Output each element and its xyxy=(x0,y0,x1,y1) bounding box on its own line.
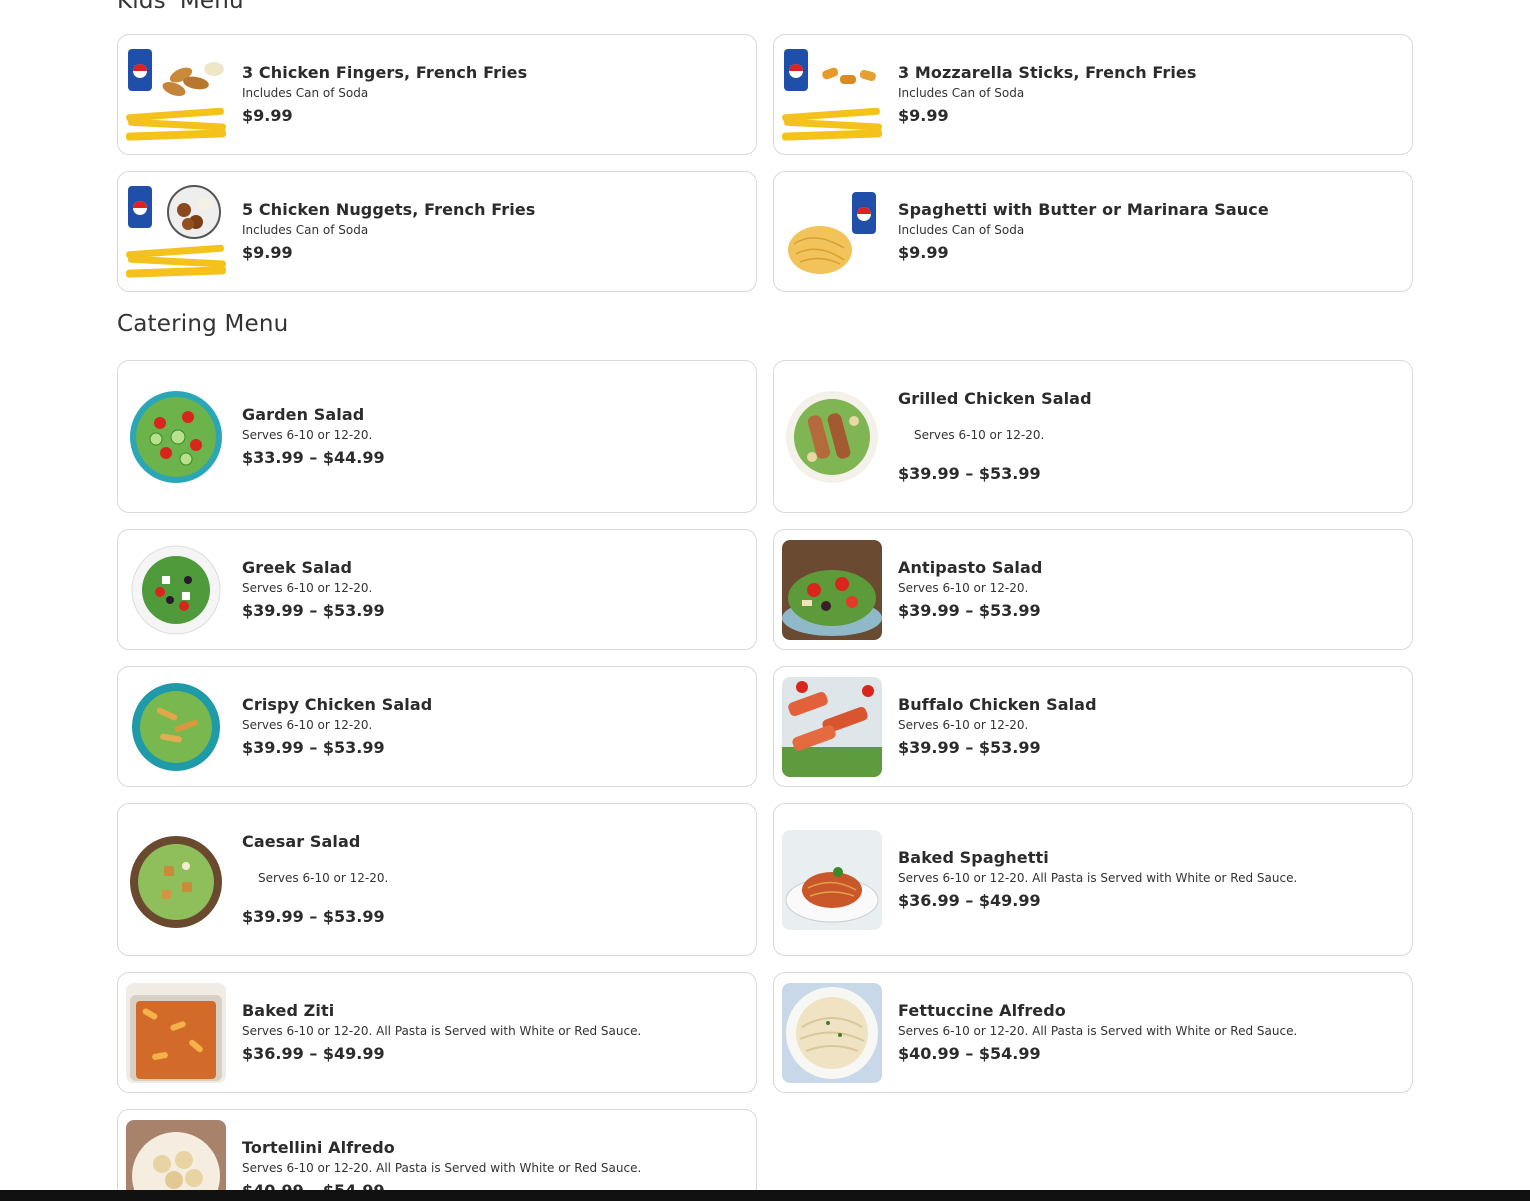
item-name: Garden Salad xyxy=(242,405,365,424)
item-price: $39.99 – $53.99 xyxy=(898,738,1041,757)
item-name: Antipasto Salad xyxy=(898,558,1043,577)
item-price: $9.99 xyxy=(242,106,293,125)
item-name: Buffalo Chicken Salad xyxy=(898,695,1097,714)
mozzarella-sticks-image xyxy=(782,45,882,145)
item-description: Serves 6-10 or 12-20. All Pasta is Serve… xyxy=(242,1161,642,1175)
item-description: Includes Can of Soda xyxy=(242,223,369,237)
item-description: Serves 6-10 or 12-20. All Pasta is Serve… xyxy=(898,1024,1298,1038)
buffalo-chicken-salad-image xyxy=(782,677,882,777)
item-name: Caesar Salad xyxy=(242,832,361,851)
item-description: Serves 6-10 or 12-20. xyxy=(898,581,1029,595)
item-price: $39.99 – $53.99 xyxy=(898,464,1041,483)
menu-item-card[interactable]: Crispy Chicken Salad Serves 6-10 or 12-2… xyxy=(117,666,757,787)
menu-item-card[interactable]: 3 Mozzarella Sticks, French Fries Includ… xyxy=(773,34,1413,155)
item-description: Includes Can of Soda xyxy=(898,223,1025,237)
menu-item-card[interactable]: Grilled Chicken Salad Serves 6-10 or 12-… xyxy=(773,360,1413,513)
item-name: Baked Spaghetti xyxy=(898,848,1049,867)
item-price: $39.99 – $53.99 xyxy=(242,738,385,757)
item-description: Serves 6-10 or 12-20. xyxy=(258,871,389,885)
menu-item-card[interactable]: Baked Ziti Serves 6-10 or 12-20. All Pas… xyxy=(117,972,757,1093)
item-description: Serves 6-10 or 12-20. xyxy=(242,428,373,442)
item-name: Grilled Chicken Salad xyxy=(898,389,1092,408)
item-description: Includes Can of Soda xyxy=(898,86,1025,100)
item-description: Serves 6-10 or 12-20. All Pasta is Serve… xyxy=(242,1024,642,1038)
item-description: Serves 6-10 or 12-20. xyxy=(242,581,373,595)
item-price: $39.99 – $53.99 xyxy=(242,601,385,620)
item-description: Serves 6-10 or 12-20. xyxy=(898,718,1029,732)
baked-spaghetti-image xyxy=(782,830,882,930)
item-description: Serves 6-10 or 12-20. xyxy=(914,428,1045,442)
item-description: Serves 6-10 or 12-20. All Pasta is Serve… xyxy=(898,871,1298,885)
item-name: Greek Salad xyxy=(242,558,353,577)
spaghetti-kids-image xyxy=(782,182,882,282)
item-price: $9.99 xyxy=(898,106,949,125)
baked-ziti-image xyxy=(126,983,226,1083)
item-price: $9.99 xyxy=(242,243,293,262)
menu-item-card[interactable]: Fettuccine Alfredo Serves 6-10 or 12-20.… xyxy=(773,972,1413,1093)
menu-item-card[interactable]: Spaghetti with Butter or Marinara Sauce … xyxy=(773,171,1413,292)
antipasto-salad-image xyxy=(782,540,882,640)
item-name: Baked Ziti xyxy=(242,1001,335,1020)
catering-menu-title: Catering Menu xyxy=(117,311,289,337)
menu-item-card[interactable]: Buffalo Chicken Salad Serves 6-10 or 12-… xyxy=(773,666,1413,787)
kids-menu-title: Kids' Menu xyxy=(117,0,244,14)
item-name: Crispy Chicken Salad xyxy=(242,695,433,714)
item-description: Includes Can of Soda xyxy=(242,86,369,100)
chicken-fingers-image xyxy=(126,45,226,145)
menu-item-card[interactable]: Garden Salad Serves 6-10 or 12-20. $33.9… xyxy=(117,360,757,513)
tortellini-alfredo-image xyxy=(126,1120,226,1201)
item-description: Serves 6-10 or 12-20. xyxy=(242,718,373,732)
menu-item-card[interactable]: Caesar Salad Serves 6-10 or 12-20. $39.9… xyxy=(117,803,757,956)
crispy-chicken-salad-image xyxy=(126,677,226,777)
item-price: $36.99 – $49.99 xyxy=(898,891,1041,910)
item-name: 3 Chicken Fingers, French Fries xyxy=(242,63,528,82)
item-name: Tortellini Alfredo xyxy=(242,1138,395,1157)
menu-item-card[interactable]: Baked Spaghetti Serves 6-10 or 12-20. Al… xyxy=(773,803,1413,956)
fettuccine-alfredo-image xyxy=(782,983,882,1083)
item-name: 3 Mozzarella Sticks, French Fries xyxy=(898,63,1197,82)
item-name: 5 Chicken Nuggets, French Fries xyxy=(242,200,536,219)
chicken-nuggets-image xyxy=(126,182,226,282)
menu-item-card[interactable]: 5 Chicken Nuggets, French Fries Includes… xyxy=(117,171,757,292)
item-name: Fettuccine Alfredo xyxy=(898,1001,1066,1020)
menu-item-card[interactable]: 3 Chicken Fingers, French Fries Includes… xyxy=(117,34,757,155)
item-price: $39.99 – $53.99 xyxy=(242,907,385,926)
garden-salad-image xyxy=(126,387,226,487)
item-price: $40.99 – $54.99 xyxy=(898,1044,1041,1063)
caesar-salad-image xyxy=(126,832,226,932)
item-price: $39.99 – $53.99 xyxy=(898,601,1041,620)
menu-item-card[interactable]: Antipasto Salad Serves 6-10 or 12-20. $3… xyxy=(773,529,1413,650)
greek-salad-image xyxy=(126,540,226,640)
menu-item-card[interactable]: Tortellini Alfredo Serves 6-10 or 12-20.… xyxy=(117,1109,757,1201)
item-name: Spaghetti with Butter or Marinara Sauce xyxy=(898,200,1269,219)
item-price: $36.99 – $49.99 xyxy=(242,1044,385,1063)
item-price: $9.99 xyxy=(898,243,949,262)
menu-item-card[interactable]: Greek Salad Serves 6-10 or 12-20. $39.99… xyxy=(117,529,757,650)
bottom-bar xyxy=(0,1190,1530,1201)
grilled-chicken-salad-image xyxy=(782,387,882,487)
item-price: $33.99 – $44.99 xyxy=(242,448,385,467)
